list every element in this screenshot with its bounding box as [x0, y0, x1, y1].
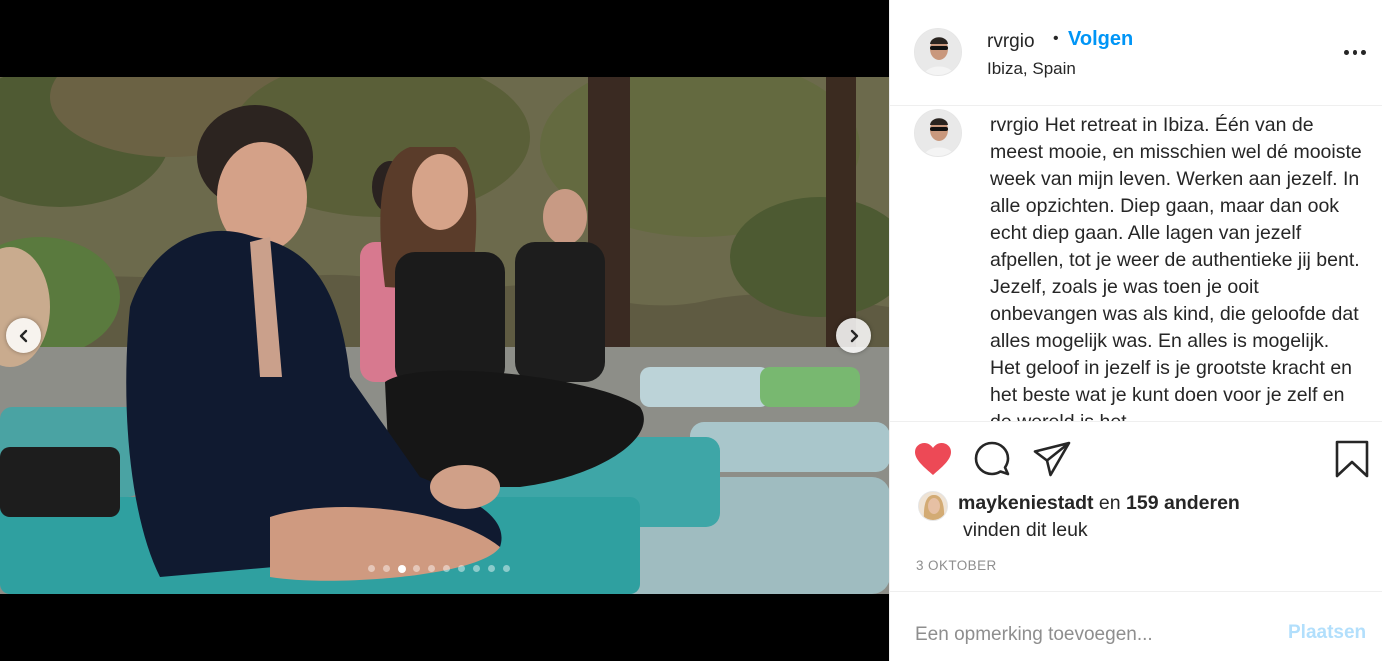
caption-section: rvrgio Het retreat in Ibiza. Één van de m… [890, 107, 1382, 421]
share-icon[interactable] [1032, 439, 1072, 479]
caption-username[interactable]: rvrgio [990, 114, 1039, 136]
liker-avatar-image [919, 492, 947, 520]
caption-text: rvrgio Het retreat in Ibiza. Één van de m… [990, 112, 1362, 421]
likes-text: maykeniestadt en 159 anderen [958, 492, 1240, 515]
carousel-dot [441, 563, 452, 574]
comment-input[interactable] [915, 622, 1255, 648]
more-options-icon[interactable] [1344, 50, 1367, 56]
separator-dot: • [1053, 30, 1059, 47]
comment-bubble-shape [974, 441, 1010, 476]
carousel-dot [366, 563, 377, 574]
post-side-panel: rvrgio • Volgen Ibiza, Spain rvrgio Het r… [889, 0, 1382, 661]
carousel-dot [381, 563, 392, 574]
heart-shape [915, 443, 951, 475]
likes-summary: maykeniestadt en 159 anderen vinden dit … [918, 490, 1378, 550]
previous-slide-button[interactable] [6, 318, 41, 353]
username[interactable]: rvrgio [987, 31, 1035, 53]
likes-connector: en [1098, 492, 1121, 514]
post-comment-button[interactable]: Plaatsen [1288, 622, 1366, 644]
user-avatar-image [915, 110, 961, 156]
post-photo[interactable] [0, 77, 889, 594]
heart-icon[interactable] [913, 439, 953, 479]
liker-avatar[interactable] [918, 491, 948, 521]
first-liker-link[interactable]: maykeniestadt [958, 492, 1093, 514]
comment-icon[interactable] [972, 439, 1012, 479]
user-avatar-image [915, 29, 961, 75]
post-header: rvrgio • Volgen Ibiza, Spain [890, 0, 1382, 106]
carousel-dot [426, 563, 437, 574]
post-media [0, 0, 889, 661]
avatar[interactable] [914, 109, 962, 157]
carousel-dot [396, 563, 407, 574]
location-link[interactable]: Ibiza, Spain [987, 59, 1076, 79]
bookmark-icon[interactable] [1332, 439, 1372, 479]
avatar[interactable] [914, 28, 962, 76]
post-date[interactable]: 3 OKTOBER [916, 558, 997, 573]
chevron-left-icon [19, 329, 27, 342]
likes-suffix: vinden dit leuk [963, 519, 1088, 541]
carousel-dot [411, 563, 422, 574]
post-actions: maykeniestadt en 159 anderen vinden dit … [890, 421, 1382, 591]
photo-illustration [0, 77, 889, 594]
others-count-link[interactable]: 159 anderen [1126, 492, 1240, 514]
carousel-indicator [366, 563, 512, 574]
bookmark-shape [1335, 440, 1369, 478]
carousel-dot [471, 563, 482, 574]
carousel-dot [456, 563, 467, 574]
paper-plane-shape [1033, 441, 1071, 477]
carousel-dot [501, 563, 512, 574]
caption-body: Het retreat in Ibiza. Één van de meest m… [990, 114, 1362, 421]
chevron-right-icon [850, 329, 858, 342]
follow-button[interactable]: Volgen [1068, 28, 1133, 51]
next-slide-button[interactable] [836, 318, 871, 353]
add-comment-section: Plaatsen [890, 591, 1382, 661]
carousel-dot [486, 563, 497, 574]
